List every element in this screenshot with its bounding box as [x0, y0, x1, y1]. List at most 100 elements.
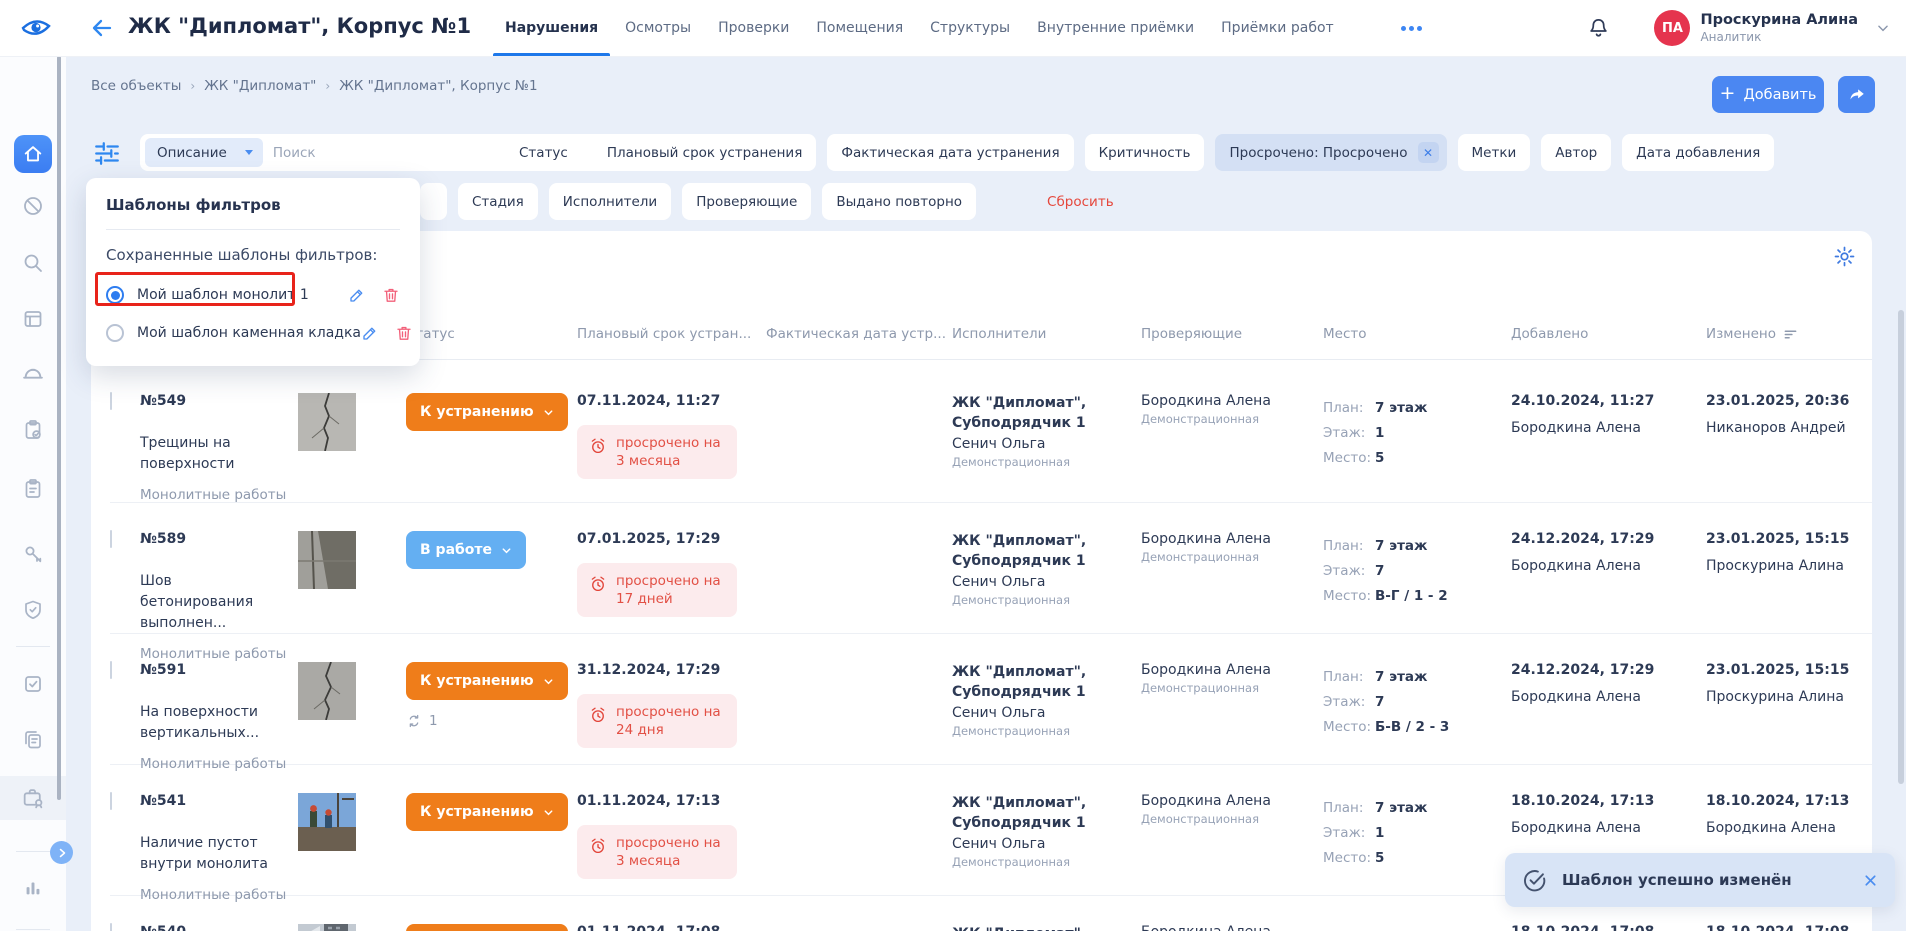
delete-template-trash-icon[interactable]	[382, 286, 400, 304]
user-menu-chevron-down-icon[interactable]	[1876, 21, 1890, 35]
sidebar-expand-toggle[interactable]	[50, 841, 73, 864]
breadcrumb-building[interactable]: ЖК "Дипломат", Корпус №1	[339, 78, 537, 94]
hard-hat-icon	[21, 362, 46, 387]
violation-photo[interactable]	[298, 662, 406, 720]
remove-filter-x-icon[interactable]: ✕	[1418, 142, 1439, 163]
status-button[interactable]: К устранению	[406, 793, 568, 831]
search-field-selector[interactable]: Описание	[145, 138, 263, 167]
breadcrumb-complex[interactable]: ЖК "Дипломат"	[204, 78, 316, 94]
back-arrow-icon[interactable]	[90, 16, 114, 40]
filter-chip-actual-date[interactable]: Фактическая дата устранения	[827, 134, 1073, 171]
tab-violations[interactable]: Нарушения	[505, 0, 598, 56]
topbar: ЖК "Дипломат", Корпус №1 Нарушения Осмот…	[0, 0, 1906, 56]
more-tabs-ellipsis-icon[interactable]	[1401, 26, 1422, 31]
col-header-added[interactable]: Добавлено	[1511, 322, 1706, 346]
status-button[interactable]: К устранению	[406, 662, 568, 700]
template-option-monolith[interactable]: Мой шаблон монолит 1	[106, 280, 400, 310]
violation-photo[interactable]	[298, 793, 406, 851]
status-button[interactable]: В работе	[406, 531, 526, 569]
tab-structures[interactable]: Структуры	[930, 0, 1010, 56]
table-settings-gear-icon[interactable]	[1833, 245, 1856, 268]
tab-checks[interactable]: Проверки	[718, 0, 789, 56]
page-scrollbar[interactable]	[1898, 310, 1904, 784]
tab-inspections[interactable]: Осмотры	[625, 0, 691, 56]
violation-photo[interactable]	[298, 531, 406, 589]
template-option-label[interactable]: Мой шаблон монолит 1	[137, 287, 309, 303]
sidebar-item-tasks[interactable]	[21, 477, 45, 501]
filter-chip-status[interactable]: Статус	[505, 134, 582, 171]
shield-check-icon	[21, 598, 45, 622]
violation-photo[interactable]	[298, 393, 406, 451]
sort-lines-icon[interactable]	[1783, 327, 1798, 342]
status-button[interactable]: К устранению	[406, 924, 568, 931]
sidebar-item-home[interactable]	[14, 135, 52, 173]
filter-chip-executors[interactable]: Исполнители	[549, 183, 671, 220]
row-checkbox[interactable]	[110, 661, 112, 679]
sidebar-item-contractors[interactable]	[21, 786, 46, 811]
col-header-planned[interactable]: Плановый срок устран...	[577, 322, 766, 346]
sidebar-item-security[interactable]	[21, 598, 45, 622]
changed-by: Проскурина Алина	[1706, 558, 1872, 574]
filter-chip-stage[interactable]: Стадия	[458, 183, 538, 220]
col-header-changed[interactable]: Изменено	[1706, 322, 1872, 346]
changed-by: Никаноров Андрей	[1706, 420, 1872, 436]
sidebar-divider	[16, 851, 50, 852]
added-by: Бородкина Алена	[1511, 420, 1706, 436]
radio-selected[interactable]	[106, 286, 124, 304]
tab-premises[interactable]: Помещения	[816, 0, 903, 56]
filter-chip-author[interactable]: Автор	[1541, 134, 1611, 171]
sidebar-item-analytics[interactable]	[22, 877, 44, 899]
table-row[interactable]: №549 Трещины на поверхности Монолитные р…	[110, 360, 1872, 503]
row-checkbox[interactable]	[110, 792, 112, 810]
violation-photo[interactable]	[298, 924, 406, 931]
row-checkbox[interactable]	[110, 530, 112, 548]
partially-hidden-chip[interactable]	[420, 183, 447, 220]
user-avatar[interactable]: ПА	[1654, 10, 1690, 46]
delete-template-trash-icon[interactable]	[395, 324, 413, 342]
filter-templates-button[interactable]	[93, 139, 123, 169]
template-option-masonry[interactable]: Мой шаблон каменная кладка	[106, 318, 400, 348]
status-button[interactable]: К устранению	[406, 393, 568, 431]
tab-internal-acceptance[interactable]: Внутренние приёмки	[1037, 0, 1194, 56]
sidebar-item-documents[interactable]	[21, 728, 45, 752]
sidebar-item-access[interactable]	[21, 542, 45, 566]
template-option-label[interactable]: Мой шаблон каменная кладка	[137, 325, 361, 341]
filter-chip-reviewers[interactable]: Проверяющие	[682, 183, 811, 220]
breadcrumb-all-objects[interactable]: Все объекты	[91, 78, 181, 94]
notifications-bell-icon[interactable]	[1587, 16, 1610, 40]
sidebar-scrollbar[interactable]	[57, 56, 61, 800]
place-spot: 5	[1375, 850, 1384, 866]
edit-template-pencil-icon[interactable]	[361, 324, 379, 342]
share-button[interactable]	[1838, 76, 1875, 113]
sidebar-item-inspections[interactable]	[21, 418, 45, 442]
tab-work-acceptance[interactable]: Приёмки работ	[1221, 0, 1334, 56]
filter-chip-reissued[interactable]: Выдано повторно	[822, 183, 976, 220]
sidebar-item-violations[interactable]	[21, 194, 45, 218]
filter-chip-added-date[interactable]: Дата добавления	[1622, 134, 1774, 171]
sidebar-item-construction[interactable]	[21, 362, 46, 387]
row-checkbox[interactable]	[110, 923, 112, 931]
overdue-text: просрочено на 24 дня	[616, 703, 725, 739]
sidebar-item-approvals[interactable]	[21, 672, 45, 696]
filter-chip-criticality[interactable]: Критичность	[1085, 134, 1205, 171]
col-header-reviewers[interactable]: Проверяющие	[1141, 322, 1323, 346]
add-button[interactable]: + Добавить	[1712, 76, 1824, 113]
col-header-actual[interactable]: Фактическая дата устр...	[766, 322, 952, 346]
edit-template-pencil-icon[interactable]	[348, 286, 366, 304]
sidebar-item-panel[interactable]	[21, 307, 45, 331]
sidebar-item-search[interactable]	[21, 251, 45, 275]
col-header-place[interactable]: Место	[1323, 322, 1511, 346]
toast-close-x-icon[interactable]	[1862, 872, 1879, 889]
table-row[interactable]: №591 На поверхности вертикальных... Моно…	[110, 634, 1872, 765]
changed-date: 18.10.2024, 17:13	[1706, 793, 1872, 809]
col-header-status[interactable]: Статус	[406, 322, 577, 346]
filter-chip-overdue-active[interactable]: Просрочено: Просрочено ✕	[1215, 134, 1446, 171]
col-header-executors[interactable]: Исполнители	[952, 322, 1141, 346]
row-checkbox[interactable]	[110, 392, 112, 410]
executor-org: ЖК "Дипломат", Субподрядчик 1	[952, 393, 1120, 433]
filter-chip-planned-date[interactable]: Плановый срок устранения	[593, 134, 817, 171]
table-row[interactable]: №589 Шов бетонирования выполнен... Монол…	[110, 503, 1872, 634]
reset-filters-link[interactable]: Сбросить	[1047, 194, 1114, 210]
filter-chip-labels[interactable]: Метки	[1458, 134, 1531, 171]
radio-unselected[interactable]	[106, 324, 124, 342]
